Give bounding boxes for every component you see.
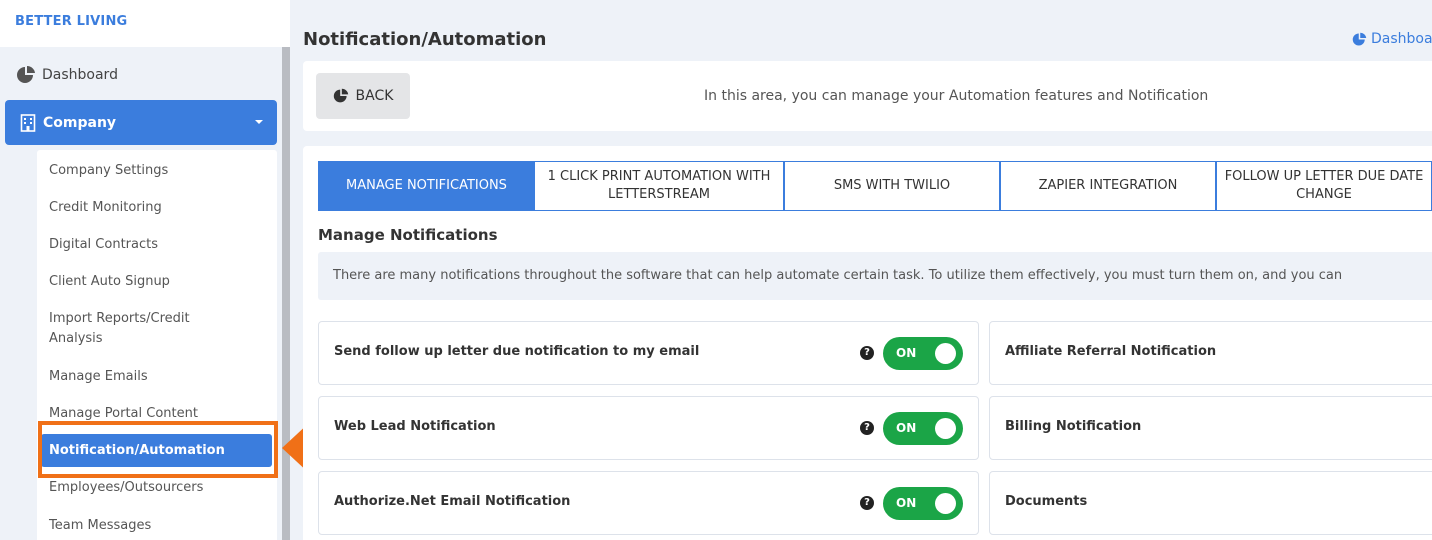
toggle-state: ON (896, 346, 917, 360)
toggle-state: ON (896, 496, 917, 510)
sidebar-item-label: Company (43, 114, 117, 131)
breadcrumb[interactable]: Dashboard (1352, 31, 1432, 47)
notification-card: Authorize.Net Email Notification ? ON (318, 471, 979, 535)
toggle-knob (935, 418, 956, 439)
notification-card: Web Lead Notification ? ON (318, 396, 979, 460)
submenu-item-team-messages[interactable]: Team Messages (49, 516, 259, 536)
notification-card: Send follow up letter due notification t… (318, 321, 979, 385)
toggle-state: ON (896, 421, 917, 435)
submenu-item-employees-outsourcers[interactable]: Employees/Outsourcers (49, 478, 259, 498)
notification-label: Affiliate Referral Notification (1005, 344, 1217, 359)
toggle-knob (935, 343, 956, 364)
sidebar-item-company[interactable]: Company (5, 100, 277, 145)
notification-card: Documents (989, 471, 1432, 535)
submenu-item-import-reports[interactable]: Import Reports/Credit Analysis (49, 309, 219, 349)
tab-letterstream-automation[interactable]: 1 CLICK PRINT AUTOMATION WITH LETTERSTRE… (534, 161, 784, 211)
notification-card: Billing Notification (989, 396, 1432, 460)
breadcrumb-label: Dashboard (1371, 31, 1432, 47)
info-box: There are many notifications throughout … (318, 252, 1432, 300)
notification-label: Authorize.Net Email Notification (334, 494, 571, 509)
tab-sms-twilio[interactable]: SMS WITH TWILIO (784, 161, 1000, 211)
building-icon (20, 113, 36, 132)
tab-zapier-integration[interactable]: ZAPIER INTEGRATION (1000, 161, 1216, 211)
submenu-item-client-auto-signup[interactable]: Client Auto Signup (49, 272, 259, 292)
caret-down-icon (255, 120, 263, 124)
brand-bar: BETTER LIVING (0, 0, 290, 47)
submenu-item-manage-emails[interactable]: Manage Emails (49, 367, 259, 387)
tab-manage-notifications[interactable]: MANAGE NOTIFICATIONS (318, 161, 535, 211)
page-title: Notification/Automation (303, 29, 547, 50)
notifications-card: MANAGE NOTIFICATIONS 1 CLICK PRINT AUTOM… (303, 146, 1432, 540)
pie-chart-icon (1352, 32, 1367, 45)
notification-toggle[interactable]: ON (883, 412, 963, 445)
brand-logo-text[interactable]: BETTER LIVING (15, 14, 127, 29)
intro-text: In this area, you can manage your Automa… (704, 88, 1209, 104)
submenu-item-digital-contracts[interactable]: Digital Contracts (49, 235, 259, 255)
help-icon[interactable]: ? (860, 346, 874, 360)
help-icon[interactable]: ? (860, 496, 874, 510)
back-button[interactable]: BACK (316, 73, 410, 119)
toggle-knob (935, 493, 956, 514)
pie-chart-icon (17, 65, 35, 83)
company-submenu: Company Settings Credit Monitoring Digit… (37, 150, 277, 540)
highlight-box (38, 421, 278, 478)
notification-toggle[interactable]: ON (883, 337, 963, 370)
intro-card: BACK In this area, you can manage your A… (303, 61, 1432, 131)
section-title: Manage Notifications (318, 226, 498, 244)
help-icon[interactable]: ? (860, 421, 874, 435)
submenu-item-company-settings[interactable]: Company Settings (49, 161, 259, 181)
submenu-item-credit-monitoring[interactable]: Credit Monitoring (49, 198, 259, 218)
notification-label: Documents (1005, 494, 1088, 509)
sidebar-item-label: Dashboard (42, 67, 118, 83)
notification-label: Send follow up letter due notification t… (334, 344, 700, 359)
notification-toggle[interactable]: ON (883, 487, 963, 520)
pie-chart-icon (333, 88, 348, 103)
tab-follow-up-letter[interactable]: FOLLOW UP LETTER DUE DATE CHANGE (1216, 161, 1432, 211)
notification-label: Billing Notification (1005, 419, 1142, 434)
notification-card: Affiliate Referral Notification (989, 321, 1432, 385)
notification-label: Web Lead Notification (334, 419, 496, 434)
back-button-label: BACK (355, 88, 394, 104)
sidebar-item-dashboard[interactable]: Dashboard (16, 64, 118, 86)
